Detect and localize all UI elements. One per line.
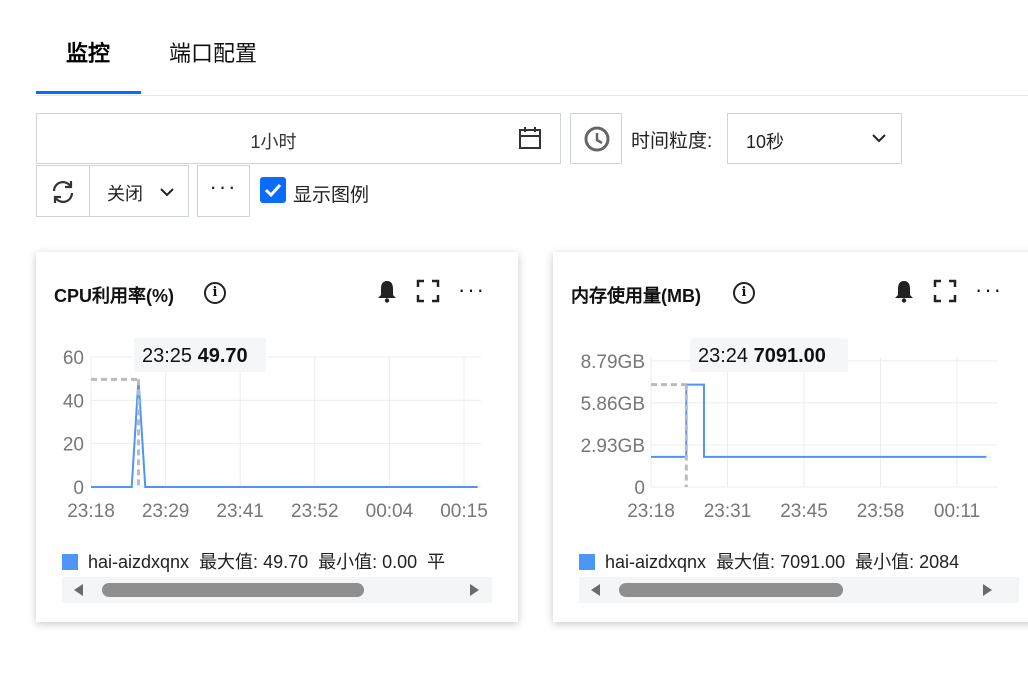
tab-port-config[interactable]: 端口配置 — [169, 36, 257, 68]
scroll-right-arrow[interactable] — [983, 584, 992, 596]
legend-series-name[interactable]: hai-aizdxqnx — [88, 552, 189, 572]
more-icon: ··· — [209, 174, 238, 199]
x-tick-label: 23:18 — [67, 501, 115, 522]
card-actions: ··· — [376, 278, 486, 308]
series-swatch — [62, 554, 78, 570]
x-tick-label: 23:45 — [780, 501, 828, 522]
card-title: CPU利用率(%) — [54, 286, 174, 306]
chart-legend: hai-aizdxqnx 最大值: 49.70 最小值: 0.00 平 — [62, 548, 455, 574]
series-line — [91, 379, 478, 488]
y-tick-label: 8.79GB — [581, 352, 645, 373]
y-tick-label: 60 — [63, 348, 84, 369]
series-line — [651, 383, 987, 458]
y-tick-label: 0 — [73, 478, 84, 499]
x-tick-label: 23:52 — [291, 501, 339, 522]
scroll-left-arrow[interactable] — [591, 584, 600, 596]
memory-usage-card: 内存使用量(MB) i ··· 0 2.93GB 5.86GB 8.79GB 23:18… — [553, 252, 1028, 622]
tab-monitor[interactable]: 监控 — [66, 36, 110, 68]
more-options-button[interactable]: ··· — [197, 165, 250, 217]
cpu-usage-card: CPU利用率(%) i ··· 0 20 40 60 23:18 23:29 23:41 23… — [36, 252, 518, 622]
x-tick-label: 00:04 — [366, 501, 414, 522]
bell-icon[interactable] — [893, 279, 915, 308]
info-icon[interactable]: i — [733, 282, 755, 304]
card-title: 内存使用量(MB) — [571, 286, 701, 306]
card-actions: ··· — [893, 278, 1003, 308]
y-tick-label: 5.86GB — [581, 394, 645, 415]
x-tick-label: 00:15 — [440, 501, 488, 522]
time-range-value: 1小时 — [250, 132, 297, 152]
x-tick-label: 00:11 — [934, 501, 980, 522]
chevron-down-icon — [871, 131, 887, 149]
tooltip-text: 23:25 49.70 — [142, 345, 248, 367]
x-tick-label: 23:31 — [704, 501, 752, 522]
granularity-label: 时间粒度: — [631, 131, 713, 152]
more-icon[interactable]: ··· — [458, 278, 486, 300]
bell-icon[interactable] — [376, 279, 398, 308]
chevron-down-icon — [160, 184, 174, 202]
auto-refresh-value: 关闭 — [107, 184, 143, 204]
show-legend-label[interactable]: 显示图例 — [293, 180, 369, 207]
granularity-select[interactable]: 10秒 — [727, 113, 902, 164]
scrollbar-thumb[interactable] — [102, 583, 364, 597]
legend-min: 最小值: 2084 — [855, 552, 960, 572]
cpu-line-chart: 0 20 40 60 23:18 23:29 23:41 23:52 00:04 00:15 23:… — [63, 338, 488, 522]
y-tick-label: 0 — [634, 478, 645, 499]
scrollbar-thumb[interactable] — [619, 583, 843, 597]
series-swatch — [579, 554, 595, 570]
calendar-icon — [518, 126, 542, 155]
legend-scrollbar[interactable] — [579, 577, 1019, 603]
auto-refresh-select[interactable]: 关闭 — [89, 165, 189, 217]
legend-min: 最小值: 0.00 — [318, 552, 418, 572]
x-tick-label: 23:18 — [627, 501, 675, 522]
memory-line-chart: 0 2.93GB 5.86GB 8.79GB 23:18 23:31 23:45 23:58 0… — [581, 338, 998, 522]
x-tick-label: 23:41 — [216, 501, 264, 522]
scroll-right-arrow[interactable] — [470, 584, 479, 596]
fullscreen-icon[interactable] — [416, 279, 440, 308]
show-legend-checkbox[interactable] — [260, 177, 286, 203]
more-icon[interactable]: ··· — [975, 278, 1003, 300]
legend-avg: 平 — [427, 552, 446, 572]
legend-series-name[interactable]: hai-aizdxqnx — [605, 552, 706, 572]
legend-scrollbar[interactable] — [62, 577, 492, 603]
legend-max: 最大值: 7091.00 — [716, 552, 846, 572]
legend-max: 最大值: 49.70 — [199, 552, 309, 572]
time-range-picker[interactable]: 1小时 — [36, 113, 561, 164]
y-tick-label: 40 — [63, 391, 84, 412]
x-tick-label: 23:29 — [142, 501, 190, 522]
y-tick-label: 20 — [63, 435, 84, 456]
y-tick-label: 2.93GB — [581, 436, 645, 457]
x-tick-label: 23:58 — [857, 501, 905, 522]
scroll-left-arrow[interactable] — [74, 584, 83, 596]
tooltip-text: 23:24 7091.00 — [698, 345, 826, 367]
history-button[interactable] — [570, 113, 622, 164]
granularity-value: 10秒 — [746, 132, 785, 152]
tab-bar: 监控 端口配置 — [36, 0, 1028, 96]
info-icon[interactable]: i — [204, 282, 226, 304]
refresh-button[interactable] — [36, 165, 90, 217]
chart-legend: hai-aizdxqnx 最大值: 7091.00 最小值: 2084 — [579, 548, 969, 574]
active-tab-indicator — [36, 91, 141, 94]
fullscreen-icon[interactable] — [933, 279, 957, 308]
